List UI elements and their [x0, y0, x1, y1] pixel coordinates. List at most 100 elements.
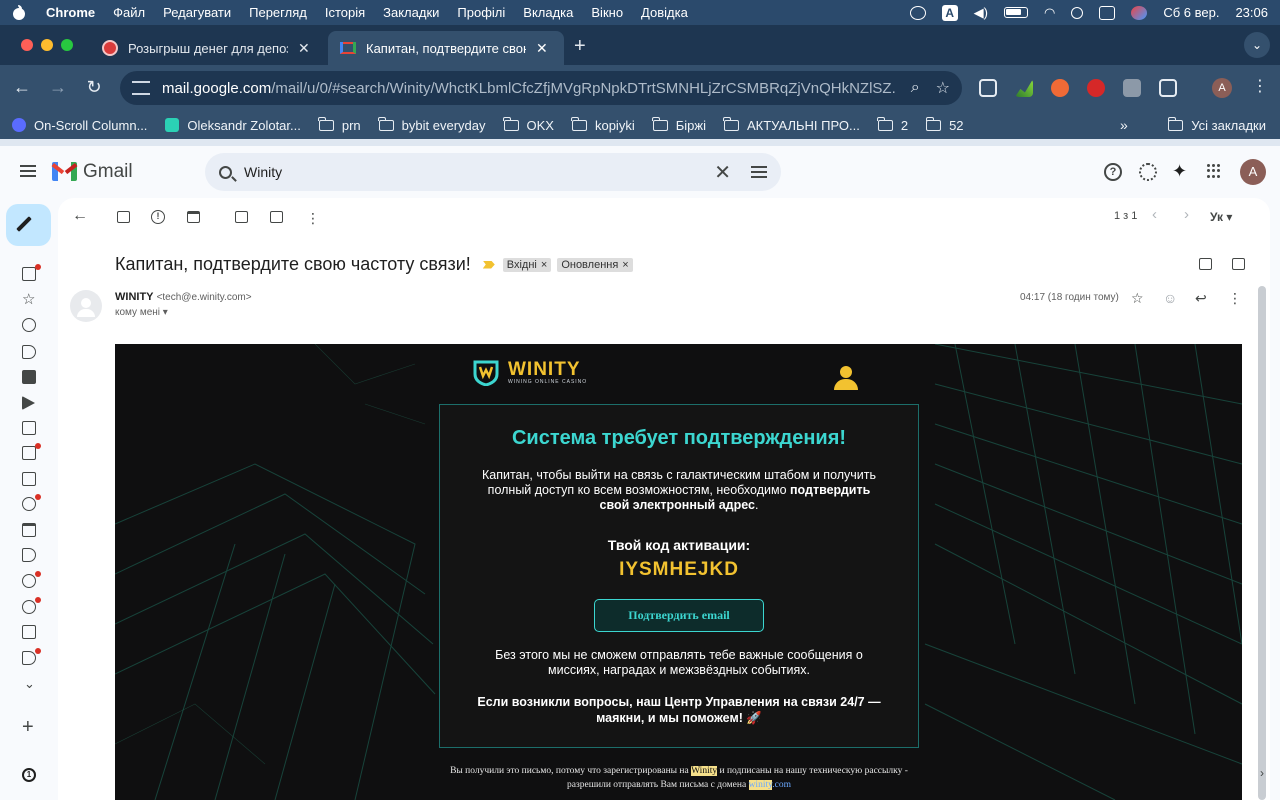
chrome-menu-icon[interactable]: ⋮: [1252, 76, 1268, 96]
bookmark-folder[interactable]: bybit everyday: [378, 116, 486, 133]
label-chip-updates[interactable]: Оновлення ×: [557, 257, 633, 272]
spotlight-icon[interactable]: [1071, 6, 1084, 19]
scrollbar[interactable]: [1258, 286, 1266, 800]
menu-app[interactable]: Chrome: [46, 5, 95, 20]
received-time[interactable]: 04:17 (18 годин тому): [1020, 292, 1119, 303]
account-avatar[interactable]: A: [1240, 159, 1266, 185]
chat-icon[interactable]: [22, 370, 36, 384]
forward-icon[interactable]: →: [40, 77, 76, 98]
message-more-icon[interactable]: ⋮: [1228, 290, 1242, 307]
close-window-button[interactable]: [21, 39, 33, 51]
winity-logo[interactable]: WINITY WINING ONLINE CASINO: [472, 358, 587, 386]
sent-icon[interactable]: [22, 396, 35, 410]
trash-icon[interactable]: [22, 523, 36, 537]
profile-avatar[interactable]: A: [1212, 78, 1232, 98]
emoji-react-icon[interactable]: ☺: [1163, 290, 1177, 306]
importance-marker-icon[interactable]: [482, 260, 495, 269]
settings-gear-icon[interactable]: [1139, 163, 1157, 181]
forums-icon[interactable]: [22, 625, 36, 639]
tab-gmail[interactable]: Капитан, подтвердите свою ✕: [328, 31, 564, 65]
apple-icon[interactable]: [12, 4, 26, 21]
user-profile-icon[interactable]: [834, 366, 858, 390]
bookmark-star-icon[interactable]: ☆: [936, 78, 950, 98]
more-actions-icon[interactable]: ⋮: [306, 210, 320, 227]
search-options-icon[interactable]: [751, 166, 767, 178]
updates-icon[interactable]: [22, 600, 36, 614]
scheduled-icon[interactable]: [22, 421, 36, 435]
sender-line[interactable]: WINITY <tech@e.winity.com>: [115, 291, 252, 303]
main-menu-icon[interactable]: [20, 165, 36, 177]
menu-window[interactable]: Вікно: [591, 5, 623, 20]
menu-history[interactable]: Історія: [325, 5, 365, 20]
delete-icon[interactable]: [187, 211, 200, 223]
star-icon[interactable]: ☆: [1131, 290, 1144, 307]
menu-view[interactable]: Перегляд: [249, 5, 307, 20]
bookmark-item[interactable]: Oleksandr Zolotar...: [165, 118, 301, 133]
all-bookmarks[interactable]: Усі закладки: [1167, 116, 1266, 133]
confirm-email-button[interactable]: Подтвердить email: [594, 599, 764, 632]
bookmark-folder[interactable]: 2: [877, 116, 908, 133]
control-center-icon[interactable]: [1099, 5, 1116, 20]
chart-extension-icon[interactable]: [1015, 79, 1033, 97]
bookmark-folder[interactable]: Біржі: [652, 116, 706, 133]
gmail-wordmark[interactable]: Gmail: [83, 161, 133, 183]
input-source-icon[interactable]: A: [941, 4, 958, 21]
menu-file[interactable]: Файл: [113, 5, 145, 20]
menu-bookmarks[interactable]: Закладки: [383, 5, 439, 20]
all-mail-icon[interactable]: [22, 472, 36, 486]
open-new-window-icon[interactable]: [1232, 258, 1245, 270]
code-extension-icon[interactable]: [1123, 79, 1141, 97]
input-tools-button[interactable]: Ук ▾: [1210, 210, 1232, 224]
extensions-puzzle-icon[interactable]: [1159, 79, 1177, 97]
mark-unread-icon[interactable]: [235, 211, 248, 223]
apps-grid-icon[interactable]: [1207, 164, 1221, 178]
starred-icon[interactable]: ☆: [22, 292, 38, 308]
qr-extension-icon[interactable]: [979, 79, 997, 97]
site-info-icon[interactable]: [132, 81, 150, 95]
reload-icon[interactable]: ↻: [76, 77, 112, 98]
promotions-tag-icon[interactable]: [22, 651, 36, 665]
gmail-logo-icon[interactable]: [51, 162, 78, 181]
show-side-panel-icon[interactable]: ›: [1260, 766, 1276, 782]
older-icon[interactable]: ›: [1184, 206, 1189, 223]
drafts-icon[interactable]: [22, 446, 36, 460]
menubar-date[interactable]: Сб 6 вер.: [1163, 5, 1219, 20]
bookmark-folder[interactable]: АКТУАЛЬНІ ПРО...: [723, 116, 860, 133]
snoozed-clock-icon[interactable]: [22, 318, 36, 332]
close-icon[interactable]: ✕: [298, 40, 310, 57]
important-icon[interactable]: [22, 345, 36, 359]
back-to-list-icon[interactable]: ←: [72, 207, 88, 225]
report-spam-icon[interactable]: !: [151, 210, 165, 224]
mail-search[interactable]: Winity ✕: [205, 153, 781, 191]
create-label-icon[interactable]: +: [22, 716, 34, 739]
close-icon[interactable]: ✕: [536, 40, 548, 57]
bookmark-folder[interactable]: 52: [925, 116, 964, 133]
meet-icon[interactable]: 1: [22, 768, 36, 782]
menu-profiles[interactable]: Профілі: [457, 5, 505, 20]
tab-raffle[interactable]: Розыгрыш денег для депози ✕: [90, 31, 326, 65]
wifi-icon[interactable]: ◠: [1044, 5, 1055, 21]
back-icon[interactable]: ←: [4, 77, 40, 98]
siri-icon[interactable]: [1131, 5, 1148, 20]
recipient-details[interactable]: кому мені ▾: [115, 307, 168, 318]
bookmark-folder[interactable]: OKX: [503, 116, 554, 133]
social-icon[interactable]: [22, 574, 36, 588]
volume-icon[interactable]: ◀︎): [974, 5, 988, 21]
minimize-window-button[interactable]: [41, 39, 53, 51]
zoom-icon[interactable]: ⌕: [911, 79, 920, 97]
label-chip-inbox[interactable]: Вхідні ×: [502, 257, 552, 272]
print-icon[interactable]: [1199, 258, 1212, 270]
url-text[interactable]: mail.google.com/mail/u/0/#search/Winity/…: [162, 80, 895, 97]
address-bar[interactable]: mail.google.com/mail/u/0/#search/Winity/…: [120, 71, 962, 105]
bookmark-folder[interactable]: kopiyki: [571, 116, 635, 133]
remove-label-icon[interactable]: ×: [541, 259, 547, 271]
flame-extension-icon[interactable]: [1051, 79, 1069, 97]
newer-icon[interactable]: ‹: [1152, 206, 1157, 223]
menu-tab[interactable]: Вкладка: [523, 5, 573, 20]
label-icon[interactable]: [22, 548, 36, 562]
menubar-time[interactable]: 23:06: [1235, 5, 1268, 20]
help-icon[interactable]: ?: [1104, 163, 1122, 181]
zoom-window-button[interactable]: [61, 39, 73, 51]
compose-button[interactable]: [6, 204, 51, 246]
new-tab-icon[interactable]: +: [574, 35, 586, 58]
